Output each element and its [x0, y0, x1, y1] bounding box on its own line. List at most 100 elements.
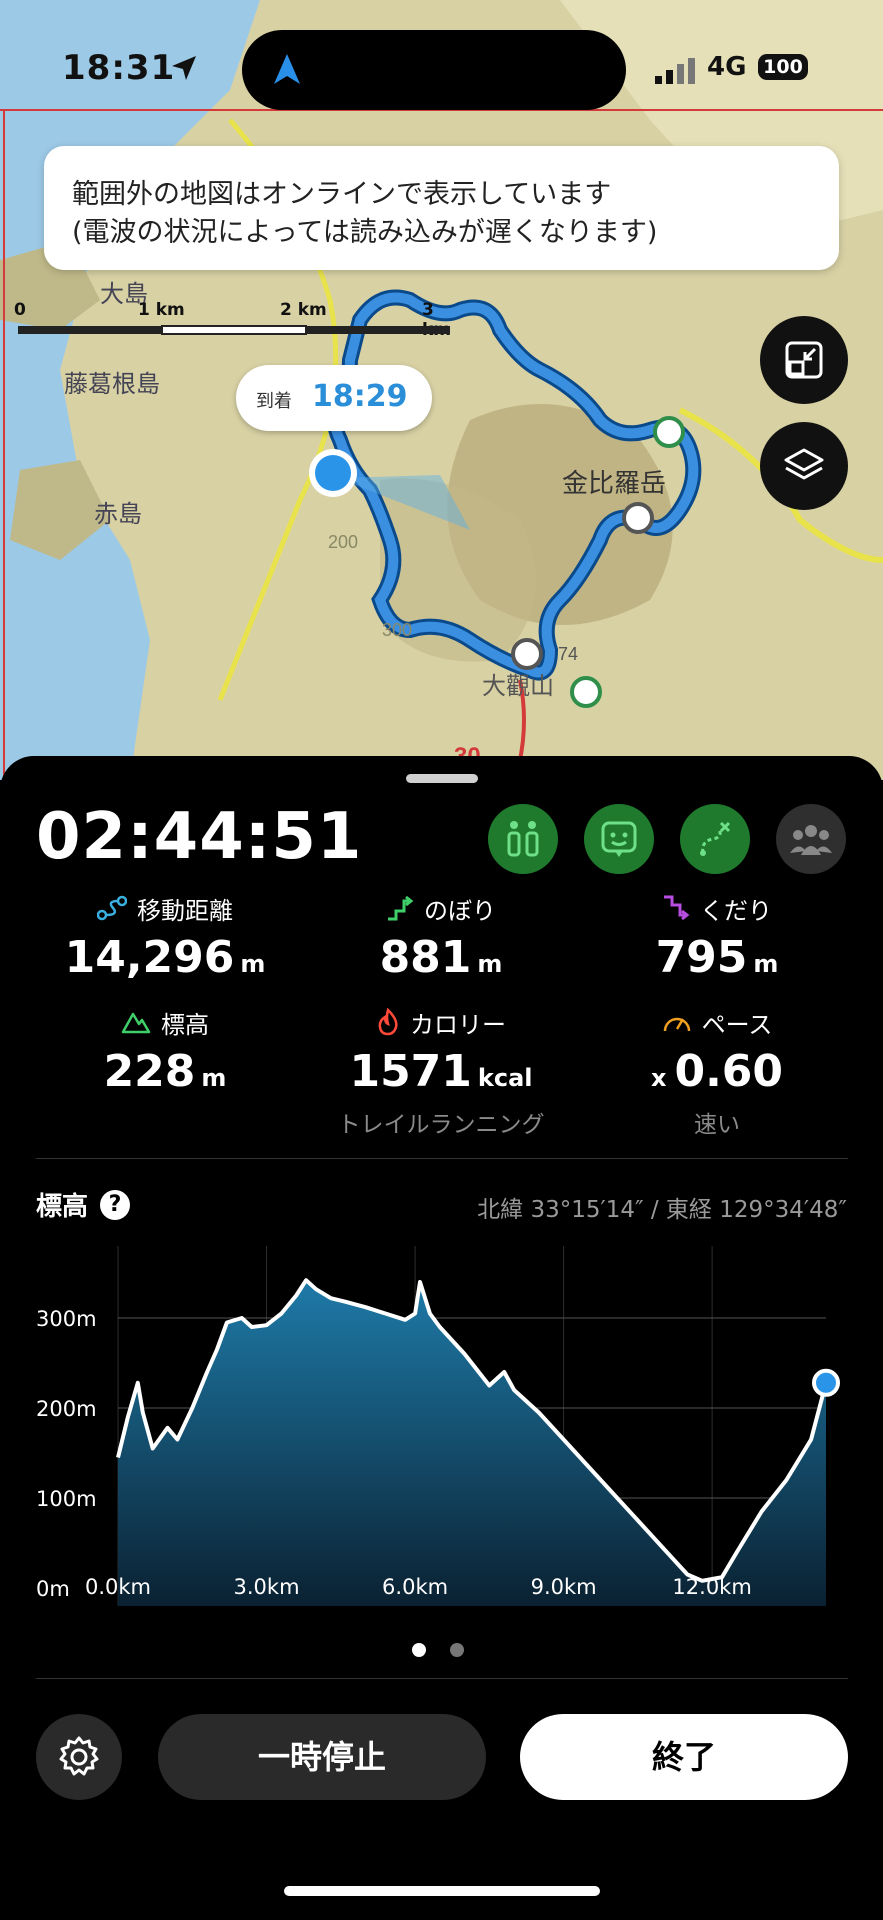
- coordinates: 北緯 33°15′14″ / 東経 129°34′48″: [477, 1197, 847, 1223]
- contour-label: 300: [382, 620, 412, 640]
- stat-elevation: 標高 228 m: [20, 1006, 310, 1098]
- scale-label: 1 km: [138, 300, 185, 320]
- status-bar: 18:31 4G 100: [0, 0, 883, 110]
- arrival-time: 18:29: [312, 379, 408, 414]
- current-position-marker: [812, 1368, 840, 1397]
- scale-label: 0: [14, 300, 26, 320]
- arrival-label: 到着: [256, 391, 292, 412]
- stat-pace: ペース x 0.60 速い: [572, 1006, 862, 1139]
- y-tick-label: 100m: [36, 1487, 97, 1511]
- offline-map-banner: 範囲外の地図はオンラインで表示しています (電波の状況によっては読み込みが遅くな…: [44, 146, 839, 270]
- banner-line-2: (電波の状況によっては読み込みが遅くなります): [72, 217, 658, 248]
- dynamic-island[interactable]: [242, 30, 626, 110]
- activity-type: トレイルランニング: [337, 1112, 545, 1138]
- descent-icon: [664, 895, 690, 921]
- stat-calories-unit: kcal: [477, 1064, 533, 1092]
- stat-pace-value: 0.60: [674, 1046, 784, 1097]
- x-tick-label: 3.0km: [234, 1575, 300, 1599]
- map-label-island: 藤葛根島: [64, 371, 160, 398]
- x-tick-label: 12.0km: [672, 1575, 751, 1599]
- y-tick-label: 300m: [36, 1307, 97, 1331]
- page-dot[interactable]: [412, 1643, 426, 1657]
- gear-icon: [59, 1736, 99, 1776]
- elevation-header: 標高 ?: [36, 1186, 131, 1223]
- stat-pace-prefix: x: [650, 1064, 667, 1092]
- stat-ascent: のぼり 881 m: [296, 892, 586, 983]
- route-icon: [700, 821, 731, 856]
- stat-calories: カロリー 1571 kcal トレイルランニング: [296, 1006, 586, 1139]
- distance-icon: [97, 895, 127, 921]
- x-tick-label: 9.0km: [531, 1575, 597, 1599]
- ascent-icon: [388, 895, 414, 921]
- location-arrow-icon: [172, 56, 196, 80]
- battery-level: 100: [758, 54, 808, 80]
- finish-button[interactable]: 終了: [520, 1714, 848, 1800]
- scale-bar-graphic: [18, 325, 450, 335]
- map-label-akashima: 赤島: [94, 501, 142, 528]
- map-label-peak: 大觀山: [482, 673, 554, 700]
- signal-icon: [655, 58, 695, 84]
- stat-distance: 移動距離 14,296 m: [20, 892, 310, 983]
- stat-calories-label: カロリー: [410, 1010, 506, 1039]
- stat-descent: くだり 795 m: [572, 892, 862, 983]
- mountain-icon: [121, 1012, 151, 1034]
- scale-label: 2 km: [280, 300, 327, 320]
- help-icon[interactable]: ?: [100, 1189, 131, 1220]
- stat-elevation-value: 228: [103, 1046, 196, 1097]
- map-label-konpira: 金比羅岳: [562, 468, 666, 498]
- map-scale-bar: 0 1 km 2 km 3 km: [14, 300, 454, 350]
- navigation-icon: [274, 54, 300, 84]
- network-type: 4G: [707, 52, 747, 82]
- stat-pace-label: ペース: [701, 1010, 773, 1039]
- sheet-handle[interactable]: [406, 774, 478, 783]
- stat-ascent-value: 881: [379, 932, 472, 983]
- page-indicator[interactable]: [412, 1642, 488, 1661]
- layers-icon: [784, 448, 824, 480]
- stat-ascent-unit: m: [477, 950, 503, 978]
- x-tick-label: 0.0km: [85, 1575, 151, 1599]
- page-dot[interactable]: [450, 1643, 464, 1657]
- y-tick-label: 0m: [36, 1577, 70, 1601]
- pause-button[interactable]: 一時停止: [158, 1714, 486, 1800]
- x-tick-label: 6.0km: [382, 1575, 448, 1599]
- restroom-button[interactable]: [488, 804, 558, 874]
- elevation-title: 標高: [36, 1192, 89, 1222]
- tracking-panel: 02:44:51 移動距離 14,296 m のぼり 881 m くだり 795…: [0, 756, 883, 1920]
- map-layers-button[interactable]: [760, 422, 848, 510]
- y-tick-label: 200m: [36, 1397, 97, 1421]
- elapsed-timer: 02:44:51: [36, 800, 363, 874]
- stat-calories-value: 1571: [349, 1046, 472, 1097]
- stat-ascent-label: のぼり: [424, 896, 496, 925]
- contour-label: 74: [558, 644, 578, 664]
- home-indicator: [284, 1886, 600, 1896]
- collapse-map-button[interactable]: [760, 316, 848, 404]
- group-button[interactable]: [776, 804, 846, 874]
- collapse-map-icon: [785, 341, 823, 379]
- stat-elevation-label: 標高: [161, 1010, 209, 1039]
- speedometer-icon: [663, 1017, 690, 1032]
- stat-elevation-unit: m: [201, 1064, 227, 1092]
- stat-distance-label: 移動距離: [137, 896, 233, 925]
- settings-button[interactable]: [36, 1714, 122, 1800]
- divider: [36, 1678, 848, 1679]
- divider: [36, 1158, 848, 1159]
- banner-line-1: 範囲外の地図はオンラインで表示しています: [72, 179, 612, 210]
- contour-label: 200: [328, 532, 358, 552]
- flame-icon: [378, 1008, 398, 1036]
- restroom-icon: [507, 821, 539, 857]
- status-time: 18:31: [62, 48, 176, 88]
- face-icon: [601, 821, 637, 857]
- stat-descent-label: くだり: [700, 896, 772, 925]
- group-icon: [790, 825, 832, 855]
- face-button[interactable]: [584, 804, 654, 874]
- map-view[interactable]: 大島 藤葛根島 赤島 金比羅岳 大觀山 200 300 74 30 範囲外の地図…: [0, 0, 883, 780]
- arrival-time-bubble: 到着 18:29: [236, 365, 432, 431]
- stat-descent-value: 795: [655, 932, 748, 983]
- stat-distance-value: 14,296: [64, 932, 235, 983]
- map-canvas: 大島 藤葛根島 赤島 金比羅岳 大觀山 200 300 74 30: [0, 0, 883, 780]
- route-button[interactable]: [680, 804, 750, 874]
- elevation-chart[interactable]: 300m 200m 100m 0m 0.0km 3.0km 6.0km 9.0km 12.0k…: [0, 1236, 883, 1606]
- pace-description: 速い: [694, 1112, 740, 1138]
- stat-descent-unit: m: [753, 950, 779, 978]
- stat-distance-unit: m: [240, 950, 266, 978]
